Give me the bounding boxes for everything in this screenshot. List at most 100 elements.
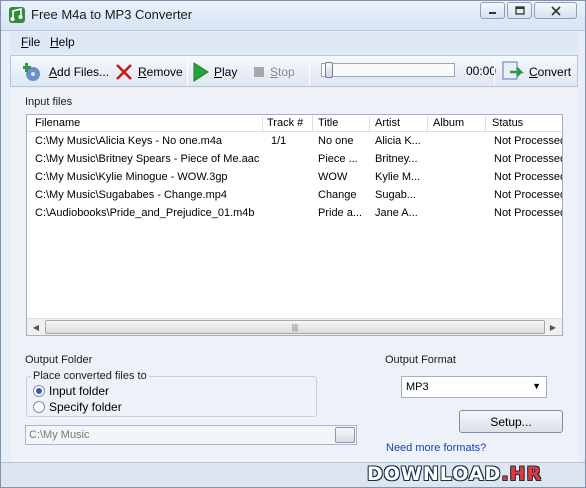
- column-separator[interactable]: [369, 116, 370, 131]
- output-format-label: Output Format: [385, 354, 456, 366]
- table-cell: Not Processed: [494, 153, 562, 165]
- input-files-list[interactable]: Filename Track # Title Artist Album Stat…: [26, 114, 563, 336]
- table-cell: Sugab...: [375, 189, 416, 201]
- toolbar-separator: [309, 59, 310, 85]
- output-folder-label: Output Folder: [25, 354, 93, 366]
- column-album[interactable]: Album: [433, 117, 464, 129]
- horizontal-scrollbar[interactable]: ◀ ||| ▶: [27, 318, 562, 335]
- scroll-right-icon[interactable]: ▶: [545, 320, 561, 335]
- maximize-icon: [514, 6, 525, 15]
- table-cell: Britney...: [375, 153, 418, 165]
- table-cell: Pride a...: [318, 207, 363, 219]
- browse-folder-button[interactable]: [335, 427, 355, 443]
- maximize-button[interactable]: [507, 2, 532, 19]
- output-format-select[interactable]: MP3 ▼: [401, 376, 547, 398]
- toolbar-separator: [494, 59, 495, 85]
- output-format-value: MP3: [406, 381, 429, 393]
- watermark-logo: DOWNLOAD.HR: [367, 463, 542, 485]
- column-track[interactable]: Track #: [267, 117, 303, 129]
- table-row[interactable]: C:\Audiobooks\Pride_and_Prejudice_01.m4b…: [27, 204, 562, 222]
- table-row[interactable]: C:\My Music\Kylie Minogue - WOW.3gp WOW Ky…: [27, 168, 562, 186]
- convert-icon: [502, 61, 524, 80]
- table-cell: Piece ...: [318, 153, 358, 165]
- playback-position-slider[interactable]: [321, 62, 455, 78]
- convert-button[interactable]: Convert: [501, 59, 571, 85]
- watermark-main: DOWNLOAD: [367, 463, 502, 485]
- table-cell: Jane A...: [375, 207, 418, 219]
- add-files-icon: [23, 63, 40, 81]
- play-icon: [193, 62, 209, 82]
- setup-button[interactable]: Setup...: [459, 410, 563, 433]
- table-cell: C:\My Music\Alicia Keys - No one.m4a: [35, 135, 223, 147]
- table-cell: No one: [318, 135, 354, 147]
- convert-label: Convert: [529, 65, 572, 79]
- window-controls: [480, 2, 577, 19]
- remove-icon: [116, 64, 132, 80]
- add-files-label: Add Files...: [49, 65, 110, 79]
- remove-button[interactable]: Remove: [114, 59, 183, 85]
- toolbar: Add Files... Remove Play Stop 00:00 Conv…: [10, 55, 578, 87]
- play-label: Play: [214, 65, 238, 79]
- table-cell: Not Processed: [494, 207, 562, 219]
- table-cell: C:\My Music\Kylie Minogue - WOW.3gp: [35, 171, 228, 183]
- input-folder-label: Input folder: [49, 384, 110, 398]
- radio-unselected-icon: [33, 401, 45, 413]
- folder-path-text: C:\My Music: [29, 429, 90, 441]
- table-cell: C:\My Music\Sugababes - Change.mp4: [35, 189, 227, 201]
- place-converted-label: Place converted files to: [31, 370, 149, 382]
- table-cell: Alicia K...: [375, 135, 421, 147]
- specify-folder-label: Specify folder: [49, 400, 122, 414]
- table-cell: Kylie M...: [375, 171, 421, 183]
- table-cell: WOW: [318, 171, 348, 183]
- column-title[interactable]: Title: [318, 117, 338, 129]
- specify-folder-radio[interactable]: Specify folder: [33, 400, 122, 414]
- table-cell: C:\My Music\Britney Spears - Piece of Me…: [35, 153, 260, 165]
- table-row[interactable]: C:\My Music\Sugababes - Change.mp4 Change…: [27, 186, 562, 204]
- play-button[interactable]: Play: [192, 59, 237, 85]
- table-row[interactable]: C:\My Music\Britney Spears - Piece of Me…: [27, 150, 562, 168]
- slider-thumb[interactable]: [325, 62, 333, 78]
- table-cell: Change: [318, 189, 357, 201]
- stop-label: Stop: [270, 65, 295, 79]
- input-folder-radio[interactable]: Input folder: [33, 384, 109, 398]
- column-separator[interactable]: [427, 116, 428, 131]
- watermark-tld: .HR: [501, 463, 543, 485]
- playback-time: 00:00: [466, 64, 497, 78]
- table-cell: Not Processed: [494, 171, 562, 183]
- toolbar-separator: [187, 59, 188, 85]
- table-cell: Not Processed: [494, 135, 562, 147]
- chevron-down-icon: ▼: [532, 381, 541, 391]
- output-folder-path-field[interactable]: C:\My Music: [25, 425, 357, 445]
- menu-file[interactable]: File: [21, 35, 40, 49]
- column-artist[interactable]: Artist: [375, 117, 400, 129]
- menu-help[interactable]: Help: [50, 35, 75, 49]
- stop-icon: [254, 67, 264, 77]
- table-cell: Not Processed: [494, 189, 562, 201]
- column-separator[interactable]: [312, 116, 313, 131]
- stop-button[interactable]: Stop: [252, 59, 295, 85]
- column-separator[interactable]: [262, 116, 263, 131]
- table-cell: 1/1: [271, 135, 287, 147]
- table-row[interactable]: C:\My Music\Alicia Keys - No one.m4a 1/1 N…: [27, 132, 562, 150]
- close-icon: [550, 5, 561, 16]
- list-header: Filename Track # Title Artist Album Stat…: [27, 115, 562, 132]
- close-button[interactable]: [534, 2, 577, 19]
- menu-bar: File Help: [10, 32, 578, 54]
- app-window: Free M4a to MP3 Converter File Help Add …: [0, 0, 586, 488]
- add-files-button[interactable]: Add Files...: [23, 59, 109, 85]
- scroll-left-icon[interactable]: ◀: [28, 320, 44, 335]
- radio-selected-icon: [33, 385, 45, 397]
- input-files-label: Input files: [25, 96, 73, 108]
- window-title: Free M4a to MP3 Converter: [31, 7, 193, 22]
- column-separator[interactable]: [485, 116, 486, 131]
- need-more-formats-link[interactable]: Need more formats?: [386, 442, 486, 454]
- table-cell: C:\Audiobooks\Pride_and_Prejudice_01.m4b: [35, 207, 255, 219]
- column-filename[interactable]: Filename: [35, 117, 80, 129]
- scrollbar-thumb[interactable]: |||: [45, 320, 545, 334]
- minimize-icon: [489, 12, 496, 14]
- remove-label: Remove: [138, 65, 183, 79]
- app-logo-icon: [9, 7, 25, 23]
- column-status[interactable]: Status: [492, 117, 523, 129]
- minimize-button[interactable]: [480, 2, 505, 19]
- title-bar[interactable]: Free M4a to MP3 Converter: [1, 1, 585, 31]
